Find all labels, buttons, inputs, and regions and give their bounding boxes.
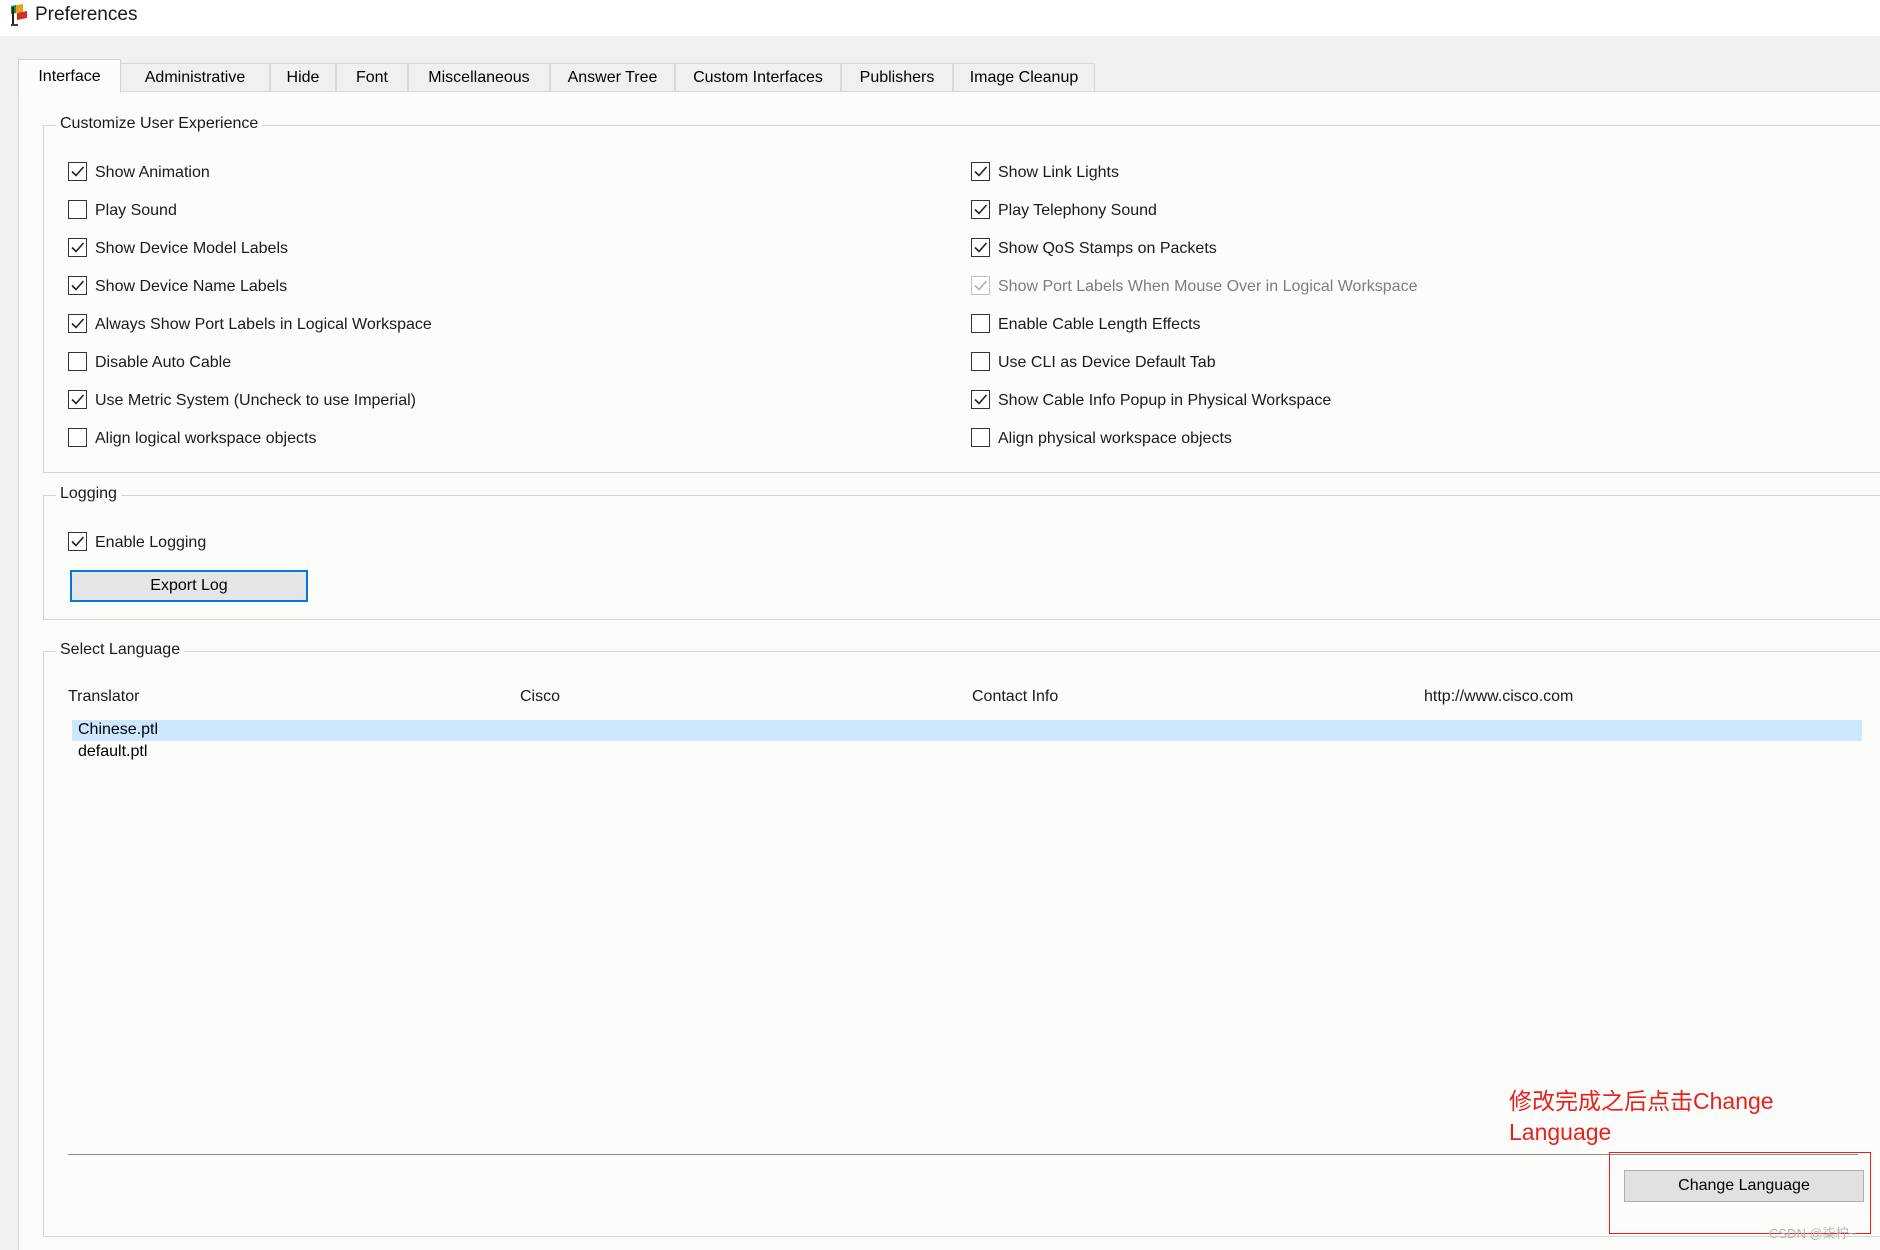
customize-ux-group: Customize User Experience Show Animation… <box>43 115 1880 473</box>
checkbox-box[interactable] <box>971 200 990 219</box>
tab-custom-interfaces[interactable]: Custom Interfaces <box>675 63 841 92</box>
window-title: Preferences <box>35 4 138 25</box>
checkbox-box[interactable] <box>971 352 990 371</box>
checkbox-box[interactable] <box>68 276 87 295</box>
interface-panel: Customize User Experience Show Animation… <box>18 91 1880 1250</box>
checkbox-label: Show Port Labels When Mouse Over in Logi… <box>998 278 1418 295</box>
select-language-legend: Select Language <box>56 641 185 659</box>
checkmark-icon <box>974 204 988 215</box>
checkmark-icon <box>974 394 988 405</box>
select-language-group: Select Language Translator Cisco Contact… <box>43 641 1880 1237</box>
checkbox-box[interactable] <box>68 352 87 371</box>
tab-image-cleanup[interactable]: Image Cleanup <box>953 63 1095 92</box>
checkmark-icon <box>974 280 988 291</box>
checkbox-box[interactable] <box>68 428 87 447</box>
contact-info-label: Contact Info <box>972 688 1059 705</box>
checkmark-icon <box>974 242 988 253</box>
title-bar: Preferences <box>0 0 1880 36</box>
tab-publishers[interactable]: Publishers <box>841 63 953 92</box>
checkbox-label: Always Show Port Labels in Logical Works… <box>95 316 432 333</box>
checkmark-icon <box>71 166 85 177</box>
checkbox-label: Align physical workspace objects <box>998 430 1232 447</box>
checkmark-icon <box>71 280 85 291</box>
checkbox-box[interactable] <box>971 162 990 181</box>
annotation-text: 修改完成之后点击Change Language <box>1509 1086 1809 1148</box>
annotation-line-2: Language <box>1509 1119 1612 1145</box>
packet-tracer-icon <box>11 4 27 26</box>
checkbox-box[interactable] <box>68 532 87 551</box>
translator-label: Translator <box>68 688 140 705</box>
checkbox-label: Disable Auto Cable <box>95 354 232 371</box>
checkmark-icon <box>71 242 85 253</box>
customize-ux-legend: Customize User Experience <box>56 115 263 133</box>
checkbox-box[interactable] <box>68 162 87 181</box>
annotation-highlight-box <box>1609 1152 1871 1234</box>
checkbox-label: Show Cable Info Popup in Physical Worksp… <box>998 392 1332 409</box>
tab-answer-tree[interactable]: Answer Tree <box>550 63 675 92</box>
logging-legend: Logging <box>56 485 121 503</box>
list-divider <box>68 1154 1858 1155</box>
checkbox-label: Use CLI as Device Default Tab <box>998 354 1216 371</box>
checkbox-label: Show Device Model Labels <box>95 240 288 257</box>
checkbox-label: Enable Cable Length Effects <box>998 316 1201 333</box>
checkmark-icon <box>974 166 988 177</box>
checkbox-label: Play Sound <box>95 202 177 219</box>
watermark: CSDN @柒柠~ <box>1769 1226 1857 1241</box>
tab-hide[interactable]: Hide <box>270 63 336 92</box>
tab-miscellaneous[interactable]: Miscellaneous <box>408 63 550 92</box>
checkbox-label: Show QoS Stamps on Packets <box>998 240 1217 257</box>
checkbox-label: Align logical workspace objects <box>95 430 317 447</box>
checkbox-box[interactable] <box>68 314 87 333</box>
language-table-header: Translator Cisco Contact Info http://www… <box>68 688 1858 710</box>
tab-interface[interactable]: Interface <box>18 59 121 93</box>
contact-info-value: http://www.cisco.com <box>1424 688 1574 705</box>
checkbox-label: Enable Logging <box>95 534 207 551</box>
checkbox-box[interactable] <box>68 390 87 409</box>
checkbox-box[interactable] <box>68 200 87 219</box>
checkbox-label: Use Metric System (Uncheck to use Imperi… <box>95 392 416 409</box>
translator-value: Cisco <box>520 688 561 705</box>
checkbox-label: Show Animation <box>95 164 210 181</box>
checkbox-box[interactable] <box>971 390 990 409</box>
checkbox-box[interactable] <box>971 428 990 447</box>
checkbox-label: Play Telephony Sound <box>998 202 1157 219</box>
tab-bar: Interface Administrative Hide Font Misce… <box>18 59 1880 93</box>
checkbox-box[interactable] <box>68 238 87 257</box>
logging-group: Logging Enable Logging Export Log <box>43 485 1880 620</box>
checkbox-box <box>971 276 990 295</box>
tab-font[interactable]: Font <box>336 63 408 92</box>
checkbox-label: Show Device Name Labels <box>95 278 288 295</box>
tab-administrative[interactable]: Administrative <box>120 63 270 92</box>
list-item[interactable]: Chinese.ptl <box>72 720 1862 741</box>
checkbox-box[interactable] <box>971 238 990 257</box>
checkmark-icon <box>71 394 85 405</box>
checkmark-icon <box>71 536 85 547</box>
list-item[interactable]: default.ptl <box>72 742 1862 763</box>
annotation-line-1: 修改完成之后点击Change <box>1509 1088 1774 1114</box>
checkbox-label: Show Link Lights <box>998 164 1119 181</box>
checkmark-icon <box>71 318 85 329</box>
export-log-button[interactable]: Export Log <box>70 570 308 602</box>
checkbox-box[interactable] <box>971 314 990 333</box>
